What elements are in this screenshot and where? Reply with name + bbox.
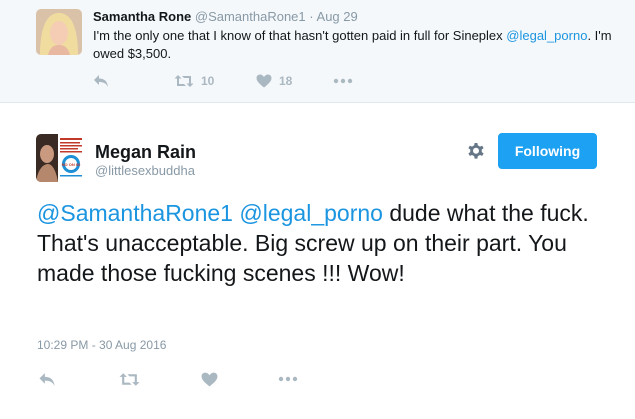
reply-icon <box>38 372 56 387</box>
reply-button[interactable] <box>38 370 56 388</box>
tweet-text: I'm the only one that I know of that has… <box>93 27 613 63</box>
tweet-date[interactable]: Aug 29 <box>317 9 358 24</box>
more-button[interactable] <box>278 370 298 388</box>
reply-icon <box>93 74 109 88</box>
author-name[interactable]: Megan Rain <box>95 142 196 163</box>
following-button[interactable]: Following <box>498 133 597 169</box>
heart-icon <box>256 74 272 88</box>
more-icon <box>278 376 298 382</box>
author-handle[interactable]: @littlesexbuddha <box>95 163 195 178</box>
parent-tweet[interactable]: Samantha Rone @SamanthaRone1 · Aug 29 I'… <box>0 0 635 103</box>
gear-icon[interactable] <box>466 141 486 161</box>
tweet-text-part: I'm the only one that I know of that has… <box>93 28 507 43</box>
parent-header: Samantha Rone @SamanthaRone1 · Aug 29 <box>93 9 358 24</box>
tweet-text: @SamanthaRone1 @legal_porno dude what th… <box>37 198 607 288</box>
tweet-actions <box>37 370 337 388</box>
like-button[interactable] <box>201 370 218 388</box>
tweet-timestamp[interactable]: 10:29 PM - 30 Aug 2016 <box>37 338 166 352</box>
retweet-count: 10 <box>201 74 215 88</box>
mention-link[interactable]: @SamanthaRone1 <box>37 200 233 226</box>
reply-button[interactable] <box>93 72 109 90</box>
more-icon <box>333 78 353 84</box>
mention-link[interactable]: @legal_porno <box>239 200 383 226</box>
avatar[interactable] <box>36 9 82 55</box>
heart-icon <box>201 372 218 387</box>
like-count: 18 <box>279 74 293 88</box>
retweet-button[interactable] <box>119 370 140 388</box>
mention-link[interactable]: @legal_porno <box>506 28 587 43</box>
like-button[interactable]: 18 <box>256 72 292 90</box>
retweet-icon <box>174 74 194 88</box>
more-button[interactable] <box>333 72 353 90</box>
retweet-button[interactable]: 10 <box>174 72 214 90</box>
tweet-actions: 10 18 <box>93 72 393 90</box>
avatar-badge-text: NO ON 60 <box>62 162 81 167</box>
author-handle[interactable]: @SamanthaRone1 <box>195 9 306 24</box>
main-tweet: NO ON 60 Megan Rain @littlesexbuddha Fol… <box>0 104 635 419</box>
avatar[interactable]: NO ON 60 <box>36 134 84 182</box>
retweet-icon <box>119 372 140 387</box>
separator: · <box>309 9 314 24</box>
author-name[interactable]: Samantha Rone <box>93 9 191 24</box>
